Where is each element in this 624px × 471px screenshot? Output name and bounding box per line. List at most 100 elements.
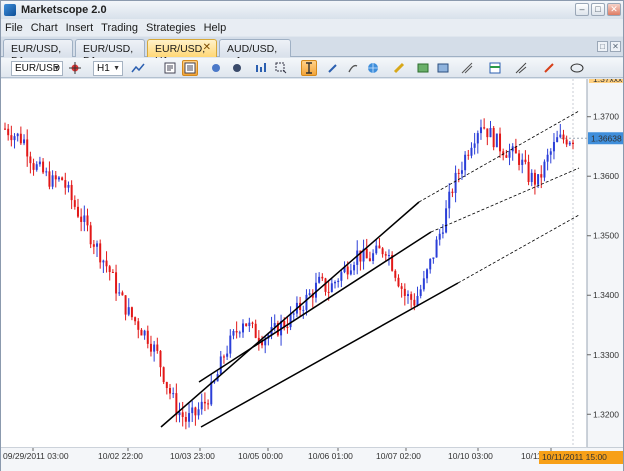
candle-body (118, 292, 121, 294)
candle-body (441, 232, 444, 234)
top-price-marker-label: 1.37xxx (593, 79, 623, 84)
time-tick-label: 10/03 23:00 (170, 451, 215, 461)
candle-body (143, 330, 146, 336)
candle-body (499, 133, 502, 152)
candle-body (7, 128, 10, 136)
symbol-select[interactable]: EUR/USD ▼ (11, 61, 63, 76)
candle-body (19, 133, 22, 144)
price-chart[interactable]: 1.3700 1.3600 1.3500 1.3400 1.3300 1.3200 1.37… (1, 79, 623, 471)
candle-body (556, 137, 559, 142)
close-chart-icon[interactable]: ✕ (610, 41, 621, 52)
window-title: Marketscope 2.0 (21, 4, 107, 16)
globe-icon[interactable] (365, 60, 381, 76)
close-tab-icon[interactable]: ✕ (203, 42, 211, 53)
candle-body (549, 151, 552, 155)
candle-body (172, 393, 175, 395)
draw-icon[interactable] (541, 60, 557, 76)
candle-body (102, 260, 105, 263)
candle-body (32, 163, 35, 170)
properties-icon[interactable] (162, 60, 178, 76)
cursor-icon[interactable] (301, 60, 317, 76)
pencil-icon[interactable] (325, 60, 341, 76)
menu-help[interactable]: Help (200, 22, 231, 34)
tab-eurusd-d1-first[interactable]: EUR/USD, D1 (3, 39, 73, 67)
candle-body (10, 135, 13, 141)
candle-body (410, 294, 413, 300)
candle-body (4, 128, 6, 130)
candle-body (464, 154, 467, 171)
crosshair-icon[interactable] (67, 60, 83, 76)
screenshot-icon[interactable] (435, 60, 451, 76)
candle-body (518, 153, 521, 165)
candle-body (232, 331, 235, 336)
candle-body (124, 295, 127, 315)
candle-body (419, 289, 422, 296)
timeframe-select[interactable]: H1 ▼ (93, 61, 123, 76)
close-icon[interactable]: ✕ (607, 3, 621, 16)
ellipse-icon[interactable] (569, 60, 585, 76)
maximize-icon[interactable]: □ (591, 3, 605, 16)
candle-body (489, 127, 492, 138)
ruler-icon[interactable] (391, 60, 407, 76)
template-icon[interactable] (487, 60, 503, 76)
candle-body (108, 266, 111, 272)
time-tick-label: 09/29/2011 03:00 (3, 451, 69, 461)
restore-chart-icon[interactable]: □ (597, 41, 608, 52)
trend-tool-icon[interactable] (459, 60, 475, 76)
zoom-out-icon[interactable] (229, 60, 245, 76)
candle-body (16, 133, 19, 137)
candle-body (451, 191, 454, 193)
menu-chart[interactable]: Chart (27, 22, 62, 34)
chart-type-icon[interactable] (130, 60, 146, 76)
candle-body (48, 171, 51, 187)
candle-body (327, 291, 330, 293)
candle-body (238, 332, 241, 334)
candle-body (365, 248, 368, 259)
candle-body (241, 323, 244, 333)
image-icon[interactable] (415, 60, 431, 76)
price-tick-label: 1.3200 (593, 409, 619, 419)
menu-trading[interactable]: Trading (97, 22, 142, 34)
candle-body (127, 307, 130, 315)
tab-eurusd-d1-second[interactable]: EUR/USD, D1 (75, 39, 145, 67)
zoom-in-icon[interactable] (208, 60, 224, 76)
candle-body (130, 307, 133, 318)
tab-audusd-m1[interactable]: AUD/USD, m1 (219, 39, 291, 67)
line-tool-icon[interactable] (513, 60, 529, 76)
candle-body (156, 344, 159, 351)
tab-eurusd-h1[interactable]: EUR/USD, H1✕ (147, 39, 217, 67)
candle-body (432, 257, 435, 259)
candle-body (146, 330, 149, 344)
chevron-down-icon: ▼ (113, 65, 120, 72)
candle-body (73, 200, 76, 207)
candle-body (397, 277, 400, 287)
fit-icon[interactable] (182, 60, 198, 76)
candle-body (175, 393, 178, 416)
zoom-area-icon[interactable] (273, 60, 289, 76)
candle-body (330, 283, 333, 293)
menu-strategies[interactable]: Strategies (142, 22, 200, 34)
candle-body (495, 133, 498, 148)
candle-body (137, 321, 140, 330)
candle-body (105, 260, 108, 267)
candle-body (334, 282, 337, 284)
price-chart-svg[interactable]: 1.3700 1.3600 1.3500 1.3400 1.3300 1.3200 1.37… (1, 79, 623, 471)
candle-body (530, 172, 533, 183)
candle-body (57, 177, 60, 180)
price-tick-label: 1.3400 (593, 290, 619, 300)
candle-body (302, 309, 305, 311)
minimize-icon[interactable]: – (575, 3, 589, 16)
candle-body (537, 174, 540, 185)
candle-body (194, 407, 197, 416)
candle-body (368, 258, 371, 261)
candle-body (191, 407, 194, 414)
menu-file[interactable]: File (1, 22, 27, 34)
candle-body (381, 248, 384, 255)
menu-insert[interactable]: Insert (62, 22, 98, 34)
candle-body (565, 139, 568, 145)
indicators-icon[interactable] (253, 60, 269, 76)
candle-body (86, 215, 89, 226)
brush-icon[interactable] (345, 60, 361, 76)
candle-body (435, 239, 438, 258)
candle-body (70, 184, 73, 201)
